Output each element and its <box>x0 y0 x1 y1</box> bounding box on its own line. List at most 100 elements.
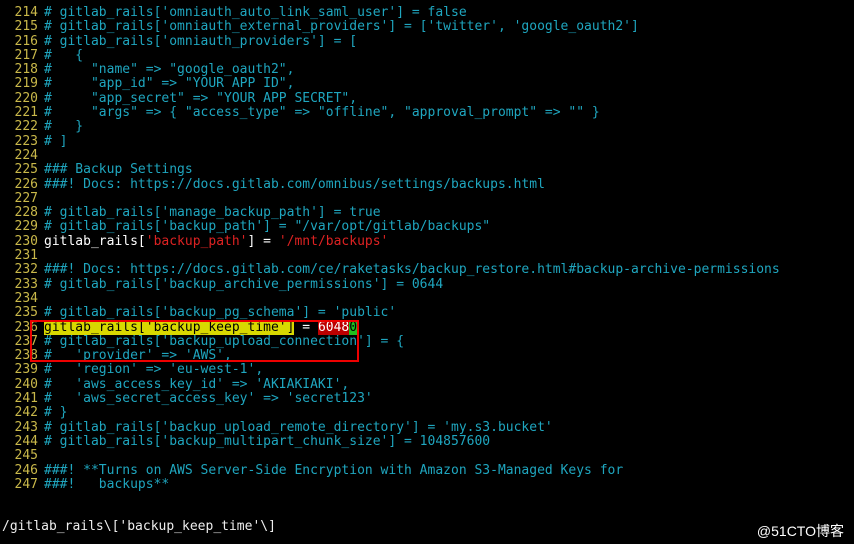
line-number: 232 <box>4 263 38 277</box>
code-line[interactable]: 215 # gitlab_rails['omniauth_external_pro… <box>4 20 854 34</box>
line-content[interactable]: # gitlab_rails['omniauth_providers'] = [ <box>44 35 357 49</box>
line-content[interactable]: # gitlab_rails['backup_pg_schema'] = 'pu… <box>44 306 396 320</box>
line-content[interactable]: # { <box>44 49 83 63</box>
code-line[interactable]: 245 <box>4 449 854 463</box>
line-content[interactable]: # gitlab_rails['backup_multipart_chunk_s… <box>44 435 490 449</box>
code-line[interactable]: 218 # "name" => "google_oauth2", <box>4 63 854 77</box>
line-number: 235 <box>4 306 38 320</box>
line-content[interactable]: # gitlab_rails['backup_upload_remote_dir… <box>44 421 553 435</box>
line-number: 229 <box>4 220 38 234</box>
line-number: 219 <box>4 77 38 91</box>
code-line[interactable]: 222 # } <box>4 120 854 134</box>
line-number: 244 <box>4 435 38 449</box>
line-number: 241 <box>4 392 38 406</box>
code-line[interactable]: 221 # "args" => { "access_type" => "offli… <box>4 106 854 120</box>
line-content[interactable]: # 'aws_access_key_id' => 'AKIAKIAKI', <box>44 378 349 392</box>
code-line[interactable]: 239 # 'region' => 'eu-west-1', <box>4 363 854 377</box>
line-content[interactable]: # } <box>44 120 83 134</box>
line-content[interactable]: # ] <box>44 135 67 149</box>
line-content[interactable]: ### Backup Settings <box>44 163 193 177</box>
code-line[interactable]: 235 # gitlab_rails['backup_pg_schema'] = … <box>4 306 854 320</box>
line-number: 240 <box>4 378 38 392</box>
line-content[interactable]: # gitlab_rails['omniauth_auto_link_saml_… <box>44 6 467 20</box>
code-line[interactable]: 232 ###! Docs: https://docs.gitlab.com/ce… <box>4 263 854 277</box>
line-number: 228 <box>4 206 38 220</box>
code-line[interactable]: 233 # gitlab_rails['backup_archive_permis… <box>4 278 854 292</box>
line-content[interactable]: # gitlab_rails['backup_upload_connection… <box>44 335 404 349</box>
code-line[interactable]: 240 # 'aws_access_key_id' => 'AKIAKIAKI', <box>4 378 854 392</box>
line-content[interactable]: # "app_id" => "YOUR APP ID", <box>44 77 294 91</box>
line-number: 242 <box>4 406 38 420</box>
line-number: 215 <box>4 20 38 34</box>
line-number: 234 <box>4 292 38 306</box>
code-editor[interactable]: 214 # gitlab_rails['omniauth_auto_link_sa… <box>0 0 854 492</box>
line-number: 218 <box>4 63 38 77</box>
line-number: 233 <box>4 278 38 292</box>
code-line[interactable]: 230 gitlab_rails['backup_path'] = '/mnt/b… <box>4 235 854 249</box>
line-number: 230 <box>4 235 38 249</box>
line-content[interactable]: # gitlab_rails['manage_backup_path'] = t… <box>44 206 381 220</box>
code-line[interactable]: 223 # ] <box>4 135 854 149</box>
line-number: 243 <box>4 421 38 435</box>
line-number: 227 <box>4 192 38 206</box>
line-number: 214 <box>4 6 38 20</box>
code-line[interactable]: 224 <box>4 149 854 163</box>
code-line[interactable]: 246 ###! **Turns on AWS Server-Side Encry… <box>4 464 854 478</box>
code-line[interactable]: 243 # gitlab_rails['backup_upload_remote_… <box>4 421 854 435</box>
code-line[interactable]: 238 # 'provider' => 'AWS', <box>4 349 854 363</box>
code-line[interactable]: 242 # } <box>4 406 854 420</box>
line-number: 246 <box>4 464 38 478</box>
line-number: 221 <box>4 106 38 120</box>
code-line[interactable]: 226 ###! Docs: https://docs.gitlab.com/om… <box>4 178 854 192</box>
line-content[interactable]: ###! Docs: https://docs.gitlab.com/omnib… <box>44 178 545 192</box>
line-number: 226 <box>4 178 38 192</box>
line-number: 237 <box>4 335 38 349</box>
code-line[interactable]: 237 # gitlab_rails['backup_upload_connect… <box>4 335 854 349</box>
line-content[interactable]: # gitlab_rails['backup_path'] = "/var/op… <box>44 220 490 234</box>
code-line[interactable]: 229 # gitlab_rails['backup_path'] = "/var… <box>4 220 854 234</box>
code-line[interactable]: 214 # gitlab_rails['omniauth_auto_link_sa… <box>4 6 854 20</box>
line-content[interactable]: ###! **Turns on AWS Server-Side Encrypti… <box>44 464 623 478</box>
line-content[interactable]: ###! Docs: https://docs.gitlab.com/ce/ra… <box>44 263 780 277</box>
line-number: 224 <box>4 149 38 163</box>
code-line[interactable]: 228 # gitlab_rails['manage_backup_path'] … <box>4 206 854 220</box>
line-content[interactable]: # "name" => "google_oauth2", <box>44 63 294 77</box>
line-content[interactable]: gitlab_rails['backup_path'] = '/mnt/back… <box>44 235 388 249</box>
line-number: 238 <box>4 349 38 363</box>
code-line[interactable]: 227 <box>4 192 854 206</box>
code-line[interactable]: 244 # gitlab_rails['backup_multipart_chun… <box>4 435 854 449</box>
code-line[interactable]: 220 # "app_secret" => "YOUR APP SECRET", <box>4 92 854 106</box>
code-line[interactable]: 217 # { <box>4 49 854 63</box>
line-content[interactable]: # "args" => { "access_type" => "offline"… <box>44 106 600 120</box>
line-content[interactable]: # 'aws_secret_access_key' => 'secret123' <box>44 392 373 406</box>
code-line[interactable]: 225 ### Backup Settings <box>4 163 854 177</box>
line-number: 245 <box>4 449 38 463</box>
code-line[interactable]: 216 # gitlab_rails['omniauth_providers'] … <box>4 35 854 49</box>
code-line[interactable]: 219 # "app_id" => "YOUR APP ID", <box>4 77 854 91</box>
line-number: 225 <box>4 163 38 177</box>
line-number: 217 <box>4 49 38 63</box>
code-line[interactable]: 241 # 'aws_secret_access_key' => 'secret1… <box>4 392 854 406</box>
line-number: 216 <box>4 35 38 49</box>
line-content[interactable]: # 'provider' => 'AWS', <box>44 349 232 363</box>
line-content[interactable]: # gitlab_rails['omniauth_external_provid… <box>44 20 639 34</box>
line-content[interactable]: gitlab_rails['backup_keep_time'] = 60480 <box>44 321 357 335</box>
vim-command-line[interactable]: /gitlab_rails\['backup_keep_time'\] <box>2 520 276 534</box>
line-number: 223 <box>4 135 38 149</box>
code-line[interactable]: 236 gitlab_rails['backup_keep_time'] = 60… <box>4 321 854 335</box>
line-content[interactable]: # } <box>44 406 67 420</box>
watermark: @51CTO博客 <box>757 524 844 538</box>
line-content[interactable]: # gitlab_rails['backup_archive_permissio… <box>44 278 443 292</box>
line-number: 231 <box>4 249 38 263</box>
line-content[interactable]: # 'region' => 'eu-west-1', <box>44 363 263 377</box>
line-number: 236 <box>4 321 38 335</box>
code-line[interactable]: 234 <box>4 292 854 306</box>
line-number: 239 <box>4 363 38 377</box>
line-number: 247 <box>4 478 38 492</box>
line-number: 222 <box>4 120 38 134</box>
line-content[interactable]: ###! backups** <box>44 478 169 492</box>
line-content[interactable]: # "app_secret" => "YOUR APP SECRET", <box>44 92 357 106</box>
code-line[interactable]: 231 <box>4 249 854 263</box>
code-line[interactable]: 247 ###! backups** <box>4 478 854 492</box>
line-number: 220 <box>4 92 38 106</box>
